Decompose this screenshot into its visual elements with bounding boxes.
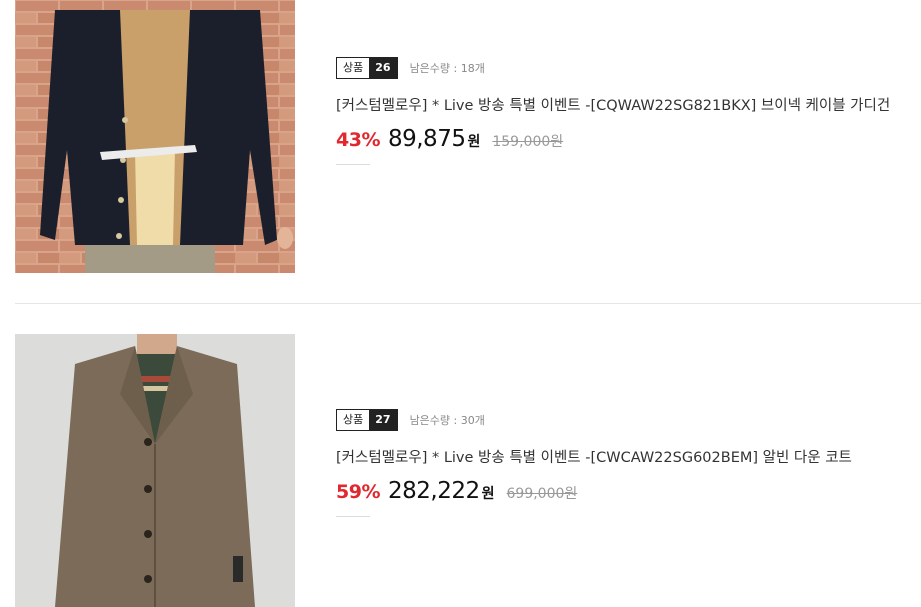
discount-rate: 43% xyxy=(336,129,380,151)
sale-price: 282,222 xyxy=(387,478,480,504)
price-row: 59% 282,222 원 699,000원 xyxy=(336,478,906,504)
sale-price: 89,875 xyxy=(387,126,466,152)
remaining-quantity: 남은수량 : 18개 xyxy=(409,62,485,75)
product-number-badge: 상품 26 xyxy=(336,57,398,79)
divider-short xyxy=(336,516,370,517)
product-title[interactable]: [커스텀멜로우] * Live 방송 특별 이벤트 -[CWCAW22SG602… xyxy=(336,446,906,470)
product-item[interactable]: 상품 26 남은수량 : 18개 [커스텀멜로우] * Live 방송 특별 이… xyxy=(0,0,921,303)
currency-unit: 원 xyxy=(481,486,495,502)
remaining-quantity: 남은수량 : 30개 xyxy=(409,414,485,427)
price-row: 43% 89,875 원 159,000원 xyxy=(336,126,906,152)
product-number-badge: 상품 27 xyxy=(336,409,398,431)
badge-label: 상품 xyxy=(337,58,370,78)
currency-unit: 원 xyxy=(467,134,481,150)
divider-short xyxy=(336,164,370,165)
original-price: 159,000원 xyxy=(492,134,564,150)
original-price: 699,000원 xyxy=(506,486,578,502)
discount-rate: 59% xyxy=(336,481,380,503)
badge-number: 26 xyxy=(369,58,397,78)
product-image-cardigan[interactable] xyxy=(15,0,295,273)
badge-label: 상품 xyxy=(337,410,370,430)
section-divider xyxy=(15,303,921,304)
product-item[interactable]: 상품 27 남은수량 : 30개 [커스텀멜로우] * Live 방송 특별 이… xyxy=(0,334,921,607)
badge-number: 27 xyxy=(369,410,397,430)
product-title[interactable]: [커스텀멜로우] * Live 방송 특별 이벤트 -[CQWAW22SG821… xyxy=(336,94,906,118)
product-image-coat[interactable] xyxy=(15,334,295,607)
